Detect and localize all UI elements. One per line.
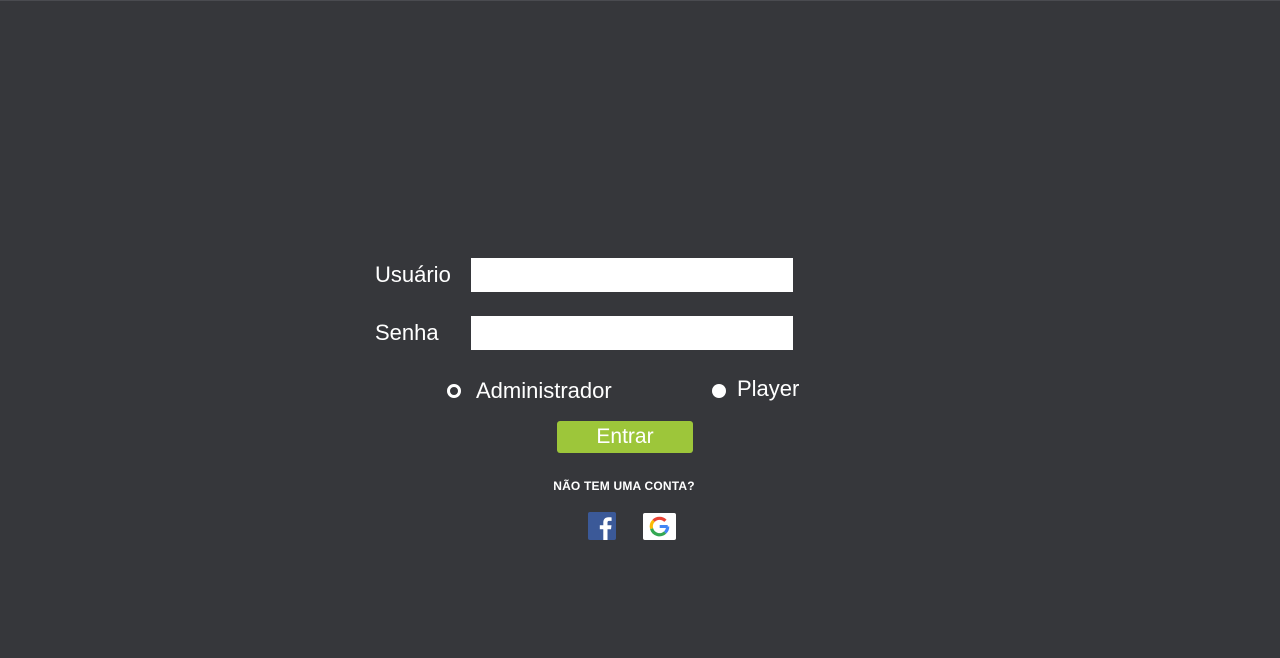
administrador-label: Administrador: [476, 378, 612, 403]
facebook-icon: [599, 517, 612, 540]
password-input[interactable]: [471, 316, 793, 350]
username-input[interactable]: [471, 258, 793, 292]
administrador-radio[interactable]: [447, 384, 461, 398]
entrar-button[interactable]: Entrar: [557, 421, 693, 453]
username-label: Usuário: [375, 262, 451, 287]
google-login-button[interactable]: [643, 513, 676, 540]
player-label: Player: [737, 376, 800, 401]
signup-link[interactable]: NÃO TEM UMA CONTA?: [480, 479, 768, 493]
player-radio[interactable]: [712, 384, 726, 398]
password-label: Senha: [375, 320, 439, 345]
google-icon: [649, 516, 670, 537]
facebook-login-button[interactable]: [588, 512, 616, 540]
top-border: [0, 0, 1280, 1]
